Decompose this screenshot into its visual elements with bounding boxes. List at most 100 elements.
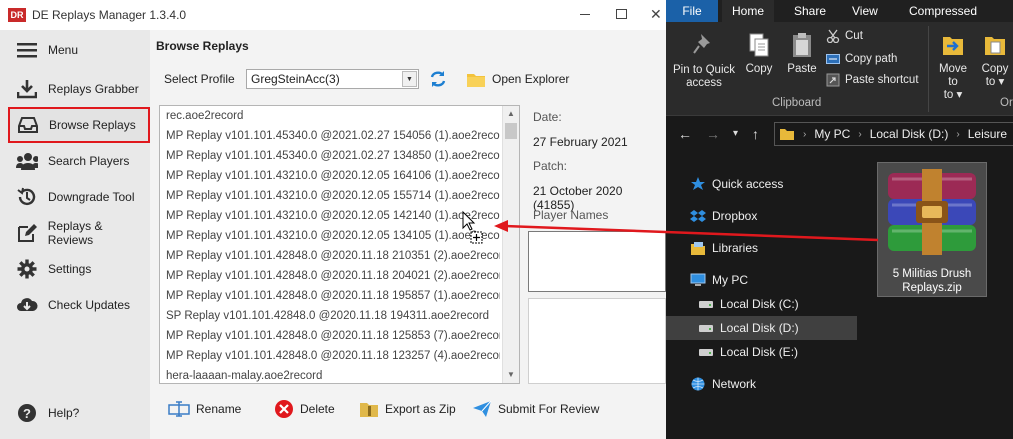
replay-list-item[interactable]: SP Replay v101.101.42848.0 @2020.11.18 1… (160, 306, 500, 326)
zip-file-tile[interactable]: 5 Militias Drush Replays.zip (877, 162, 987, 297)
nav-local-disk-d[interactable]: Local Disk (D:) (666, 316, 857, 340)
replay-list-item[interactable]: MP Replay v101.101.42848.0 @2020.11.18 2… (160, 266, 500, 286)
breadcrumb-chevron-icon: › (858, 128, 862, 140)
paste-button[interactable]: Paste (786, 32, 818, 76)
tab-share[interactable]: Share (784, 0, 836, 22)
tab-file[interactable]: File (666, 0, 718, 22)
nav-local-disk-e[interactable]: Local Disk (E:) (666, 340, 857, 364)
nav-dropbox[interactable]: Dropbox (666, 204, 857, 228)
replay-list-item[interactable]: hera-laaaan-malay.aoe2record (160, 366, 500, 383)
app-titlebar: DR DE Replays Manager 1.3.4.0 ✕ (0, 0, 666, 30)
sidebar-item-label: Downgrade Tool (48, 190, 135, 204)
sidebar-item-downgrade-tool[interactable]: Downgrade Tool (0, 179, 150, 215)
nav-local-disk-c[interactable]: Local Disk (C:) (666, 292, 857, 316)
sidebar-item-replays-grabber[interactable]: Replays Grabber (0, 71, 150, 107)
clipboard-group-label: Clipboard (772, 97, 822, 109)
replay-list-item[interactable]: MP Replay v101.101.42848.0 @2020.11.18 1… (160, 286, 500, 306)
export-zip-button[interactable]: Export as Zip (359, 399, 456, 419)
recent-locations-chevron-icon[interactable]: ▾ (733, 128, 738, 139)
move-to-button[interactable]: Move to to ▾ (934, 32, 972, 102)
sidebar-item-help[interactable]: ? Help? (0, 395, 150, 431)
sidebar-item-menu[interactable]: Menu (0, 32, 150, 68)
replay-list-item[interactable]: MP Replay v101.101.45340.0 @2021.02.27 1… (160, 146, 500, 166)
replay-list-item[interactable]: MP Replay v101.101.42848.0 @2020.11.18 2… (160, 246, 500, 266)
up-arrow-icon[interactable]: ↑ (752, 126, 759, 142)
breadcrumb-local-disk-d[interactable]: Local Disk (D:) (870, 127, 949, 141)
nav-my-pc[interactable]: My PC (666, 268, 857, 292)
replay-list-item[interactable]: MP Replay v101.101.43210.0 @2020.12.05 1… (160, 206, 500, 226)
replay-details-box[interactable] (528, 298, 666, 384)
app-title: DE Replays Manager 1.3.4.0 (32, 8, 187, 22)
paste-icon (793, 33, 811, 57)
replay-list-item[interactable]: MP Replay v101.101.43210.0 @2020.12.05 1… (160, 166, 500, 186)
cut-label: Cut (845, 30, 863, 42)
replay-list-item[interactable]: rec.aoe2record (160, 106, 500, 126)
hamburger-icon (16, 39, 38, 61)
replay-list-item[interactable]: MP Replay v101.101.42848.0 @2020.11.18 1… (160, 346, 500, 366)
delete-button[interactable]: Delete (274, 399, 335, 419)
dropbox-icon (690, 208, 706, 224)
minimize-button[interactable] (578, 7, 592, 21)
drive-icon (698, 296, 714, 312)
delete-icon (275, 400, 293, 418)
scroll-up-icon[interactable]: ▲ (503, 106, 519, 122)
paste-shortcut-button[interactable]: Paste shortcut (826, 73, 919, 87)
breadcrumb-leisure[interactable]: Leisure (968, 127, 1007, 141)
player-names-box[interactable] (528, 231, 666, 292)
nav-network[interactable]: Network (666, 372, 857, 396)
back-arrow-icon[interactable]: ← (678, 126, 692, 142)
vertical-scrollbar[interactable]: ▲ ▼ (502, 106, 519, 383)
zip-file-name: 5 Militias Drush Replays.zip (892, 268, 972, 294)
scroll-thumb[interactable] (505, 123, 517, 139)
sidebar-item-replays-reviews[interactable]: Replays & Reviews (0, 215, 150, 251)
nav-quick-access[interactable]: Quick access (666, 172, 857, 196)
scroll-down-icon[interactable]: ▼ (503, 367, 519, 383)
open-explorer-button[interactable]: Open Explorer (466, 69, 569, 89)
sidebar-item-search-players[interactable]: Search Players (0, 143, 150, 179)
replay-list-item[interactable]: MP Replay v101.101.42848.0 @2020.11.18 1… (160, 326, 500, 346)
sidebar-item-label: Check Updates (48, 298, 131, 312)
file-explorer-window: File Home Share View Compressed Folder T… (666, 0, 1013, 439)
replay-list-item[interactable]: MP Replay v101.101.45340.0 @2021.02.27 1… (160, 126, 500, 146)
library-icon (690, 240, 706, 256)
gear-icon (16, 258, 38, 280)
breadcrumb-my-pc[interactable]: My PC (814, 127, 850, 141)
rename-button[interactable]: Rename (168, 399, 241, 419)
pin-quick-access-button[interactable]: Pin to Quick access (672, 32, 736, 90)
copy-button[interactable]: Copy (744, 32, 774, 76)
replay-list-item[interactable]: MP Replay v101.101.43210.0 @2020.12.05 1… (160, 226, 500, 246)
sidebar-item-label: Help? (48, 406, 80, 420)
download-icon (16, 78, 38, 100)
app-logo: DR (8, 8, 26, 22)
submit-review-button[interactable]: Submit For Review (472, 399, 599, 419)
close-button[interactable]: ✕ (650, 7, 664, 21)
nav-label: Dropbox (712, 209, 758, 223)
copy-to-button[interactable]: Copy to ▾ (980, 32, 1010, 89)
chevron-down-icon[interactable]: ▼ (402, 71, 417, 87)
svg-text:?: ? (23, 406, 31, 421)
address-bar[interactable]: › My PC › Local Disk (D:) › Leisure (774, 122, 1013, 146)
replay-list-item[interactable]: MP Replay v101.101.43210.0 @2020.12.05 1… (160, 186, 500, 206)
copy-label: Copy (745, 63, 773, 75)
sidebar-item-settings[interactable]: Settings (0, 251, 150, 287)
paste-label: Paste (787, 63, 817, 75)
cut-button[interactable]: Cut (826, 29, 863, 43)
tab-view[interactable]: View (842, 0, 888, 22)
tab-compressed-folder-tools[interactable]: Compressed Folder T (899, 0, 1013, 40)
nav-libraries[interactable]: Libraries (666, 236, 857, 260)
forward-arrow-icon[interactable]: → (706, 126, 720, 142)
tab-home[interactable]: Home (722, 0, 775, 22)
copy-path-button[interactable]: Copy path (826, 52, 897, 66)
scissors-icon (826, 29, 840, 43)
inbox-icon (17, 114, 39, 136)
maximize-button[interactable] (614, 7, 628, 21)
sidebar-item-browse-replays[interactable]: Browse Replays (8, 107, 150, 143)
ribbon: Pin to Quick access Copy Paste Cut Copy … (666, 22, 1013, 116)
sidebar-item-label: Replays & Reviews (47, 219, 103, 247)
move-to-label: Move to to ▾ (938, 63, 968, 101)
breadcrumb-chevron-icon: › (803, 128, 807, 140)
profile-select[interactable]: GregSteinAcc(3) ▼ (246, 69, 419, 89)
sidebar-item-check-updates[interactable]: Check Updates (0, 287, 150, 323)
replay-list[interactable]: rec.aoe2record MP Replay v101.101.45340.0… (159, 105, 520, 384)
refresh-button[interactable] (428, 69, 448, 89)
